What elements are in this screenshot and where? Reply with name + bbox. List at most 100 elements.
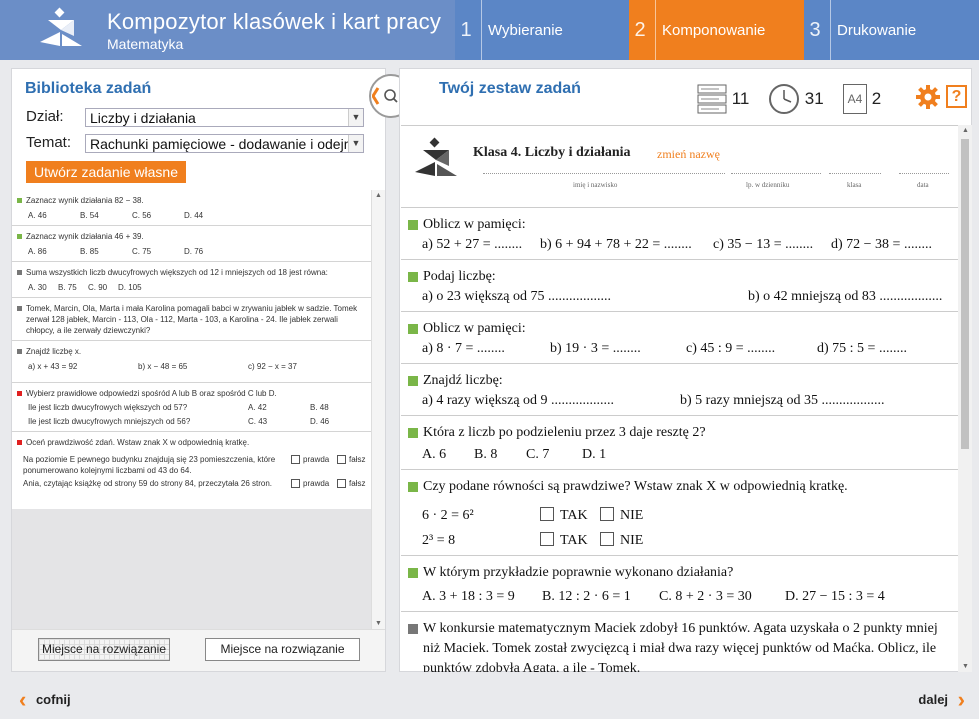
false-checkbox[interactable] (337, 479, 346, 488)
field-label: lp. w dzienniku (746, 181, 790, 189)
option: C. 56 (132, 211, 152, 220)
true-label: prawda (303, 479, 330, 488)
list-empty-area (12, 509, 371, 629)
field-label: klasa (847, 181, 862, 189)
green-square-icon (408, 568, 418, 578)
gray-square-icon (408, 624, 418, 634)
task-text: Oblicz w pamięci: (423, 217, 526, 232)
blank-space-button[interactable]: Miejsce na rozwiązanie (205, 638, 360, 661)
library-scrollbar[interactable]: ▲ ▼ (371, 190, 385, 629)
time-minutes: 31 (804, 89, 824, 108)
green-square-icon (408, 482, 418, 492)
chevron-left-icon: ‹ (19, 687, 27, 712)
worksheet-task[interactable]: Znajdź liczbę: a) 4 razy większą od 9 ..… (401, 364, 958, 416)
equation: 2³ = 8 (422, 533, 456, 548)
list-item[interactable]: Oceń prawdziwość zdań. Wstaw znak X w od… (12, 432, 371, 493)
back-button[interactable]: ‹ cofnij (19, 687, 71, 713)
page-count: 2 (871, 89, 882, 108)
no-checkbox[interactable] (600, 507, 614, 521)
task-item: a) 52 + 27 = ........ (422, 237, 523, 252)
list-item[interactable]: Znajdź liczbę x. a) x + 43 = 92 b) x − 4… (12, 341, 371, 383)
step-number: 3 (809, 18, 821, 41)
list-item[interactable]: Wybierz prawidłowe odpowiedzi spośród A … (12, 383, 371, 432)
task-item: d) 72 − 38 = ........ (831, 237, 932, 252)
grid-space-button[interactable]: Miejsce na rozwiązanie (38, 638, 170, 661)
topic-select[interactable]: Rachunki pamięciowe - dodawanie i odejmo… (85, 134, 364, 153)
task-list-icon (697, 84, 727, 114)
rename-link[interactable]: zmień nazwę (657, 147, 720, 162)
section-select-value: Liczby i działania (90, 110, 196, 126)
next-button[interactable]: dalej › (918, 687, 965, 713)
task-text: W konkursie matematycznym Maciek zdobył … (423, 621, 938, 672)
true-checkbox[interactable] (291, 455, 300, 464)
no-checkbox[interactable] (600, 532, 614, 546)
back-label: cofnij (35, 692, 71, 707)
green-square-icon (408, 272, 418, 282)
task-item: d) 75 : 5 = ........ (817, 341, 907, 356)
option: B. 75 (58, 283, 77, 292)
next-label: dalej (918, 692, 949, 707)
yes-checkbox[interactable] (540, 532, 554, 546)
worksheet-scrollbar[interactable]: ▲ ▼ (958, 125, 972, 672)
task-item: D. 27 − 15 : 3 = 4 (785, 589, 885, 604)
section-select[interactable]: Liczby i działania ▼ (85, 108, 364, 127)
field-label: imię i nazwisko (573, 181, 618, 189)
option: C. 43 (248, 417, 268, 426)
step-label: Komponowanie (662, 21, 766, 39)
field-label: data (917, 181, 929, 189)
task-item: D. 1 (582, 447, 607, 462)
no-label: NIE (620, 508, 644, 523)
list-item[interactable]: Tomek, Marcin, Ola, Marta i mała Karolin… (12, 298, 371, 341)
true-checkbox[interactable] (291, 479, 300, 488)
yes-checkbox[interactable] (540, 507, 554, 521)
library-title: Biblioteka zadań (25, 80, 152, 97)
worksheet-logo (415, 137, 457, 176)
worksheet-task[interactable]: W którym przykładzie poprawnie wykonano … (401, 556, 958, 612)
green-square-icon (408, 376, 418, 386)
option: A. 42 (248, 403, 267, 412)
worksheet-task[interactable]: Podaj liczbę: a) o 23 większą od 75 ....… (401, 260, 958, 312)
step-tab-printing[interactable]: 3 Drukowanie (804, 0, 979, 60)
step-tab-composing[interactable]: 2 Komponowanie (629, 0, 804, 60)
task-item: c) 35 − 13 = ........ (713, 237, 814, 252)
worksheet-task[interactable]: Oblicz w pamięci: a) 8 · 7 = ........ b)… (401, 312, 958, 364)
false-checkbox[interactable] (337, 455, 346, 464)
option: A. 30 (28, 283, 47, 292)
option: a) x + 43 = 92 (28, 362, 78, 371)
green-square-icon (408, 220, 418, 230)
worksheet-task[interactable]: Czy podane równości są prawdziwe? Wstaw … (401, 470, 958, 556)
green-square-icon (17, 234, 22, 239)
equation: 6 · 2 = 6² (422, 508, 474, 523)
task-text: Znajdź liczbę x. (26, 347, 82, 356)
gray-square-icon (17, 349, 22, 354)
help-button[interactable]: ? (946, 85, 967, 108)
task-item: a) o 23 większą od 75 .................. (422, 289, 611, 304)
step-number: 2 (634, 18, 646, 41)
create-own-task-button[interactable]: Utwórz zadanie własne (26, 161, 186, 183)
green-square-icon (17, 198, 22, 203)
task-list: Zaznacz wynik działania 82 − 38. A. 46 B… (12, 190, 371, 509)
list-item[interactable]: Zaznacz wynik działania 82 − 38. A. 46 B… (12, 190, 371, 226)
task-item: B. 8 (474, 447, 498, 462)
topic-select-value: Rachunki pamięciowe - dodawanie i odejmo… (90, 136, 364, 152)
option: B. 48 (310, 403, 329, 412)
task-text: Która z liczb po podzieleniu przez 3 daj… (423, 425, 706, 440)
library-footer: Miejsce na rozwiązanie Miejsce na rozwią… (12, 629, 385, 671)
list-item[interactable]: Zaznacz wynik działania 46 + 39. A. 86 B… (12, 226, 371, 262)
green-square-icon (408, 428, 418, 438)
option: c) 92 − x = 37 (248, 362, 297, 371)
gear-icon[interactable] (915, 84, 941, 110)
worksheet-title: Klasa 4. Liczby i działania (473, 145, 631, 160)
option: B. 54 (80, 211, 99, 220)
worksheet-task[interactable]: Która z liczb po podzieleniu przez 3 daj… (401, 416, 958, 470)
worksheet-task[interactable]: Oblicz w pamięci: a) 52 + 27 = ........ … (401, 208, 958, 260)
paper-format-icon: A4 (843, 84, 867, 114)
task-item: B. 12 : 2 · 6 = 1 (542, 589, 631, 604)
step-tab-selecting[interactable]: 1 Wybieranie (455, 0, 629, 60)
task-item: A. 3 + 18 : 3 = 9 (422, 589, 515, 604)
step-label: Wybieranie (488, 21, 563, 39)
task-set-panel: Twój zestaw zadań 11 31 A4 2 ? Klasa 4. … (399, 68, 972, 672)
task-item: c) 45 : 9 = ........ (686, 341, 776, 356)
worksheet-task[interactable]: W konkursie matematycznym Maciek zdobył … (401, 612, 958, 672)
list-item[interactable]: Suma wszystkich liczb dwucyfrowych więks… (12, 262, 371, 298)
